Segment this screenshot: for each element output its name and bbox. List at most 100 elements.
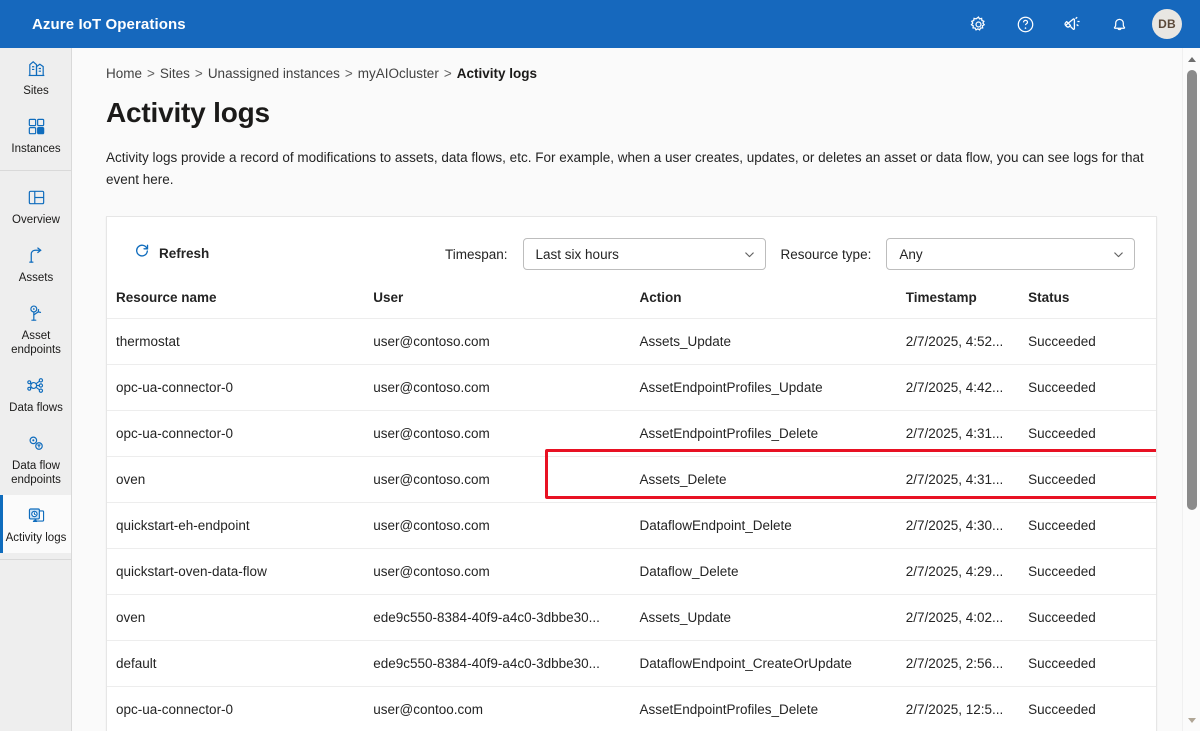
breadcrumb-item-unassigned-instances[interactable]: Unassigned instances [208,66,340,81]
overview-icon [26,186,47,208]
breadcrumb-item-sites[interactable]: Sites [160,66,190,81]
refresh-label: Refresh [159,246,210,261]
column-header-timestamp[interactable]: Timestamp [905,290,1029,319]
cell-timestamp: 2/7/2025, 4:52... [905,318,1029,365]
sites-icon [26,57,47,79]
cell-user: user@contoso.com [373,456,640,503]
cell-timestamp: 2/7/2025, 4:31... [905,410,1029,457]
breadcrumb-separator: > [147,66,155,81]
activity-logs-table: Resource name User Action Timestamp Stat… [107,290,1156,731]
sidebar-item-asset-endpoints[interactable]: Asset endpoints [0,293,71,365]
table-row[interactable]: default ede9c550-8384-40f9-a4c0-3dbbe30..… [107,640,1156,687]
breadcrumb-separator: > [344,66,353,81]
table-row[interactable]: opc-ua-connector-0 user@contoso.com AssetE… [107,410,1156,457]
resource-type-label: Resource type: [780,246,872,262]
column-header-user[interactable]: User [373,290,640,319]
cell-timestamp: 2/7/2025, 4:42... [905,364,1029,411]
chevron-down-icon [1112,248,1125,261]
instances-icon [26,115,47,137]
cell-user: ede9c550-8384-40f9-a4c0-3dbbe30... [373,640,640,687]
bell-icon[interactable] [1105,10,1133,38]
sidebar-item-overview[interactable]: Overview [0,177,71,235]
assets-icon [26,244,47,266]
gear-icon[interactable] [964,10,992,38]
sidebar-item-activity-logs[interactable]: Activity logs [0,495,71,553]
scroll-up-arrow[interactable] [1183,50,1200,68]
scroll-down-arrow[interactable] [1183,711,1200,729]
cell-timestamp: 2/7/2025, 4:30... [905,502,1029,549]
table-row[interactable]: opc-ua-connector-0 user@contoo.com AssetEn… [107,686,1156,731]
sidebar-item-label: Activity logs [5,532,67,544]
sidebar-item-label: Assets [18,272,54,284]
filter-controls: Timespan: Last six hours Resource type: … [445,232,1136,276]
resource-type-dropdown[interactable]: Any [886,238,1136,270]
cell-resource-name: opc-ua-connector-0 [107,364,374,411]
activity-logs-table-container: Resource name User Action Timestamp Stat… [107,290,1156,731]
column-header-action[interactable]: Action [639,290,906,319]
refresh-button[interactable]: Refresh [128,239,215,268]
breadcrumb-item-myaiocluster[interactable]: myAIOcluster [358,66,439,81]
cell-user: ede9c550-8384-40f9-a4c0-3dbbe30... [373,594,640,641]
sidebar-item-label: Sites [23,85,49,97]
cell-resource-name: oven [107,594,374,641]
cell-action: AssetEndpointProfiles_Delete [639,686,906,731]
cell-action: DataflowEndpoint_Delete [639,502,906,549]
cell-resource-name: opc-ua-connector-0 [107,410,374,457]
table-row[interactable]: quickstart-eh-endpoint user@contoso.com Da… [107,502,1156,549]
breadcrumb-separator: > [194,66,203,81]
breadcrumb-item-home[interactable]: Home [106,66,142,81]
timespan-dropdown[interactable]: Last six hours [522,238,766,270]
main-content: Home > Sites > Unassigned instances > my… [72,48,1182,731]
activity-logs-icon [26,504,47,526]
column-header-status[interactable]: Status [1028,290,1156,319]
sidebar-divider-bottom [0,559,71,560]
cell-action: Assets_Update [639,318,906,365]
cell-user: user@contoso.com [373,364,640,411]
table-row[interactable]: quickstart-oven-data-flow user@contoso.co… [107,548,1156,595]
timespan-label: Timespan: [445,246,508,262]
avatar[interactable]: DB [1152,9,1182,39]
table-row[interactable]: oven ede9c550-8384-40f9-a4c0-3dbbe30... As… [107,594,1156,641]
cell-user: user@contoso.com [373,410,640,457]
cell-user: user@contoso.com [373,548,640,595]
cell-resource-name: quickstart-oven-data-flow [107,548,374,595]
cell-resource-name: quickstart-eh-endpoint [107,502,374,549]
refresh-icon [134,243,150,264]
header-actions: DB [964,9,1182,39]
column-header-resource-name[interactable]: Resource name [107,290,374,319]
cell-user: user@contoso.com [373,502,640,549]
scrollbar-thumb[interactable] [1187,70,1197,510]
cell-timestamp: 2/7/2025, 4:02... [905,594,1029,641]
table-row[interactable]: opc-ua-connector-0 user@contoso.com AssetE… [107,364,1156,411]
app-title: Azure IoT Operations [32,15,186,33]
cell-timestamp: 2/7/2025, 4:29... [905,548,1029,595]
cell-status: Succeeded [1028,502,1156,549]
table-row[interactable]: thermostat user@contoso.com Assets_Update 2… [107,318,1156,365]
cell-action: AssetEndpointProfiles_Delete [639,410,906,457]
app-header: Azure IoT Operations DB [0,0,1200,48]
page-title: Activity logs [106,97,270,128]
sidebar-item-assets[interactable]: Assets [0,235,71,293]
cell-action: Dataflow_Delete [639,548,906,595]
left-navigation: Sites Instances Overview Assets Asset en… [0,48,72,731]
cell-status: Succeeded [1028,410,1156,457]
cell-user: user@contoso.com [373,318,640,365]
table-header: Resource name User Action Timestamp Stat… [107,290,1156,319]
cell-timestamp: 2/7/2025, 4:31... [905,456,1029,503]
sidebar-item-data-flow-endpoints[interactable]: Data flow endpoints [0,423,71,495]
feedback-icon[interactable] [1058,10,1086,38]
cell-status: Succeeded [1028,640,1156,687]
sidebar-item-data-flows[interactable]: Data flows [0,365,71,423]
page-scrollbar[interactable] [1182,48,1200,731]
breadcrumb-item-activity-logs: Activity logs [456,66,537,81]
cell-status: Succeeded [1028,686,1156,731]
table-row[interactable]: oven user@contoso.com Assets_Delete 2/7/202… [107,456,1156,503]
chevron-down-icon [743,248,756,261]
cell-action: Assets_Update [639,594,906,641]
sidebar-item-instances[interactable]: Instances [0,106,71,164]
help-icon[interactable] [1011,10,1039,38]
cell-action: AssetEndpointProfiles_Update [639,364,906,411]
sidebar-item-sites[interactable]: Sites [0,48,71,106]
asset-endpoints-icon [26,302,47,324]
cell-user: user@contoo.com [373,686,640,731]
